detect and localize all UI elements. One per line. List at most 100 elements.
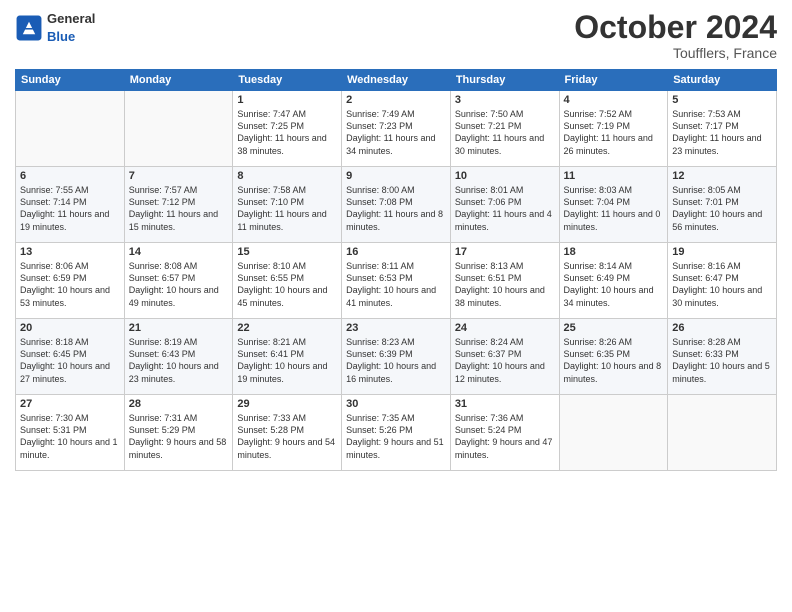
day-detail: Sunrise: 8:06 AMSunset: 6:59 PMDaylight:… [20, 260, 120, 309]
table-row: 27 Sunrise: 7:30 AMSunset: 5:31 PMDaylig… [16, 395, 125, 471]
day-number: 21 [129, 322, 229, 334]
table-row: 4 Sunrise: 7:52 AMSunset: 7:19 PMDayligh… [559, 91, 668, 167]
day-number: 19 [672, 246, 772, 258]
day-detail: Sunrise: 8:19 AMSunset: 6:43 PMDaylight:… [129, 336, 229, 385]
day-detail: Sunrise: 7:52 AMSunset: 7:19 PMDaylight:… [564, 108, 664, 157]
th-monday: Monday [124, 70, 233, 91]
week-row-2: 6 Sunrise: 7:55 AMSunset: 7:14 PMDayligh… [16, 167, 777, 243]
table-row: 16 Sunrise: 8:11 AMSunset: 6:53 PMDaylig… [342, 243, 451, 319]
table-row: 9 Sunrise: 8:00 AMSunset: 7:08 PMDayligh… [342, 167, 451, 243]
day-detail: Sunrise: 8:23 AMSunset: 6:39 PMDaylight:… [346, 336, 446, 385]
table-row: 14 Sunrise: 8:08 AMSunset: 6:57 PMDaylig… [124, 243, 233, 319]
calendar-table: Sunday Monday Tuesday Wednesday Thursday… [15, 69, 777, 471]
header-row: Sunday Monday Tuesday Wednesday Thursday… [16, 70, 777, 91]
day-number: 7 [129, 170, 229, 182]
day-detail: Sunrise: 8:13 AMSunset: 6:51 PMDaylight:… [455, 260, 555, 309]
th-tuesday: Tuesday [233, 70, 342, 91]
day-detail: Sunrise: 7:47 AMSunset: 7:25 PMDaylight:… [237, 108, 337, 157]
day-number: 9 [346, 170, 446, 182]
table-row [559, 395, 668, 471]
logo-general: General [47, 11, 95, 26]
day-number: 16 [346, 246, 446, 258]
day-detail: Sunrise: 7:55 AMSunset: 7:14 PMDaylight:… [20, 184, 120, 233]
th-sunday: Sunday [16, 70, 125, 91]
day-number: 18 [564, 246, 664, 258]
day-detail: Sunrise: 8:10 AMSunset: 6:55 PMDaylight:… [237, 260, 337, 309]
week-row-5: 27 Sunrise: 7:30 AMSunset: 5:31 PMDaylig… [16, 395, 777, 471]
day-detail: Sunrise: 7:50 AMSunset: 7:21 PMDaylight:… [455, 108, 555, 157]
day-number: 1 [237, 94, 337, 106]
day-number: 28 [129, 398, 229, 410]
logo-icon [15, 14, 43, 42]
day-detail: Sunrise: 8:03 AMSunset: 7:04 PMDaylight:… [564, 184, 664, 233]
day-number: 10 [455, 170, 555, 182]
day-detail: Sunrise: 8:28 AMSunset: 6:33 PMDaylight:… [672, 336, 772, 385]
day-number: 6 [20, 170, 120, 182]
table-row: 7 Sunrise: 7:57 AMSunset: 7:12 PMDayligh… [124, 167, 233, 243]
day-number: 13 [20, 246, 120, 258]
table-row: 23 Sunrise: 8:23 AMSunset: 6:39 PMDaylig… [342, 319, 451, 395]
table-row: 6 Sunrise: 7:55 AMSunset: 7:14 PMDayligh… [16, 167, 125, 243]
day-detail: Sunrise: 8:26 AMSunset: 6:35 PMDaylight:… [564, 336, 664, 385]
day-detail: Sunrise: 7:30 AMSunset: 5:31 PMDaylight:… [20, 412, 120, 461]
day-detail: Sunrise: 8:21 AMSunset: 6:41 PMDaylight:… [237, 336, 337, 385]
table-row: 2 Sunrise: 7:49 AMSunset: 7:23 PMDayligh… [342, 91, 451, 167]
table-row: 1 Sunrise: 7:47 AMSunset: 7:25 PMDayligh… [233, 91, 342, 167]
day-number: 27 [20, 398, 120, 410]
table-row: 30 Sunrise: 7:35 AMSunset: 5:26 PMDaylig… [342, 395, 451, 471]
day-detail: Sunrise: 8:24 AMSunset: 6:37 PMDaylight:… [455, 336, 555, 385]
day-number: 30 [346, 398, 446, 410]
week-row-4: 20 Sunrise: 8:18 AMSunset: 6:45 PMDaylig… [16, 319, 777, 395]
day-number: 26 [672, 322, 772, 334]
logo-blue: Blue [47, 29, 75, 44]
day-detail: Sunrise: 8:18 AMSunset: 6:45 PMDaylight:… [20, 336, 120, 385]
day-number: 5 [672, 94, 772, 106]
day-detail: Sunrise: 8:11 AMSunset: 6:53 PMDaylight:… [346, 260, 446, 309]
day-detail: Sunrise: 8:14 AMSunset: 6:49 PMDaylight:… [564, 260, 664, 309]
logo-text: General Blue [47, 10, 95, 46]
table-row: 17 Sunrise: 8:13 AMSunset: 6:51 PMDaylig… [450, 243, 559, 319]
title-block: October 2024 Toufflers, France [574, 10, 777, 61]
table-row: 11 Sunrise: 8:03 AMSunset: 7:04 PMDaylig… [559, 167, 668, 243]
table-row: 31 Sunrise: 7:36 AMSunset: 5:24 PMDaylig… [450, 395, 559, 471]
th-wednesday: Wednesday [342, 70, 451, 91]
location: Toufflers, France [574, 45, 777, 61]
day-number: 25 [564, 322, 664, 334]
header: General Blue October 2024 Toufflers, Fra… [15, 10, 777, 61]
day-number: 17 [455, 246, 555, 258]
day-detail: Sunrise: 7:35 AMSunset: 5:26 PMDaylight:… [346, 412, 446, 461]
day-detail: Sunrise: 8:16 AMSunset: 6:47 PMDaylight:… [672, 260, 772, 309]
table-row: 24 Sunrise: 8:24 AMSunset: 6:37 PMDaylig… [450, 319, 559, 395]
table-row: 22 Sunrise: 8:21 AMSunset: 6:41 PMDaylig… [233, 319, 342, 395]
week-row-3: 13 Sunrise: 8:06 AMSunset: 6:59 PMDaylig… [16, 243, 777, 319]
day-detail: Sunrise: 7:31 AMSunset: 5:29 PMDaylight:… [129, 412, 229, 461]
day-number: 29 [237, 398, 337, 410]
table-row: 5 Sunrise: 7:53 AMSunset: 7:17 PMDayligh… [668, 91, 777, 167]
week-row-1: 1 Sunrise: 7:47 AMSunset: 7:25 PMDayligh… [16, 91, 777, 167]
day-number: 31 [455, 398, 555, 410]
day-detail: Sunrise: 7:53 AMSunset: 7:17 PMDaylight:… [672, 108, 772, 157]
table-row: 19 Sunrise: 8:16 AMSunset: 6:47 PMDaylig… [668, 243, 777, 319]
table-row [124, 91, 233, 167]
day-detail: Sunrise: 7:49 AMSunset: 7:23 PMDaylight:… [346, 108, 446, 157]
day-number: 2 [346, 94, 446, 106]
month-title: October 2024 [574, 10, 777, 45]
th-friday: Friday [559, 70, 668, 91]
table-row: 18 Sunrise: 8:14 AMSunset: 6:49 PMDaylig… [559, 243, 668, 319]
table-row: 3 Sunrise: 7:50 AMSunset: 7:21 PMDayligh… [450, 91, 559, 167]
logo: General Blue [15, 10, 95, 46]
day-detail: Sunrise: 7:33 AMSunset: 5:28 PMDaylight:… [237, 412, 337, 461]
th-thursday: Thursday [450, 70, 559, 91]
day-detail: Sunrise: 8:00 AMSunset: 7:08 PMDaylight:… [346, 184, 446, 233]
table-row: 29 Sunrise: 7:33 AMSunset: 5:28 PMDaylig… [233, 395, 342, 471]
day-detail: Sunrise: 7:58 AMSunset: 7:10 PMDaylight:… [237, 184, 337, 233]
day-number: 3 [455, 94, 555, 106]
day-number: 14 [129, 246, 229, 258]
day-number: 15 [237, 246, 337, 258]
th-saturday: Saturday [668, 70, 777, 91]
table-row [668, 395, 777, 471]
table-row: 26 Sunrise: 8:28 AMSunset: 6:33 PMDaylig… [668, 319, 777, 395]
table-row: 13 Sunrise: 8:06 AMSunset: 6:59 PMDaylig… [16, 243, 125, 319]
table-row: 15 Sunrise: 8:10 AMSunset: 6:55 PMDaylig… [233, 243, 342, 319]
day-detail: Sunrise: 8:01 AMSunset: 7:06 PMDaylight:… [455, 184, 555, 233]
